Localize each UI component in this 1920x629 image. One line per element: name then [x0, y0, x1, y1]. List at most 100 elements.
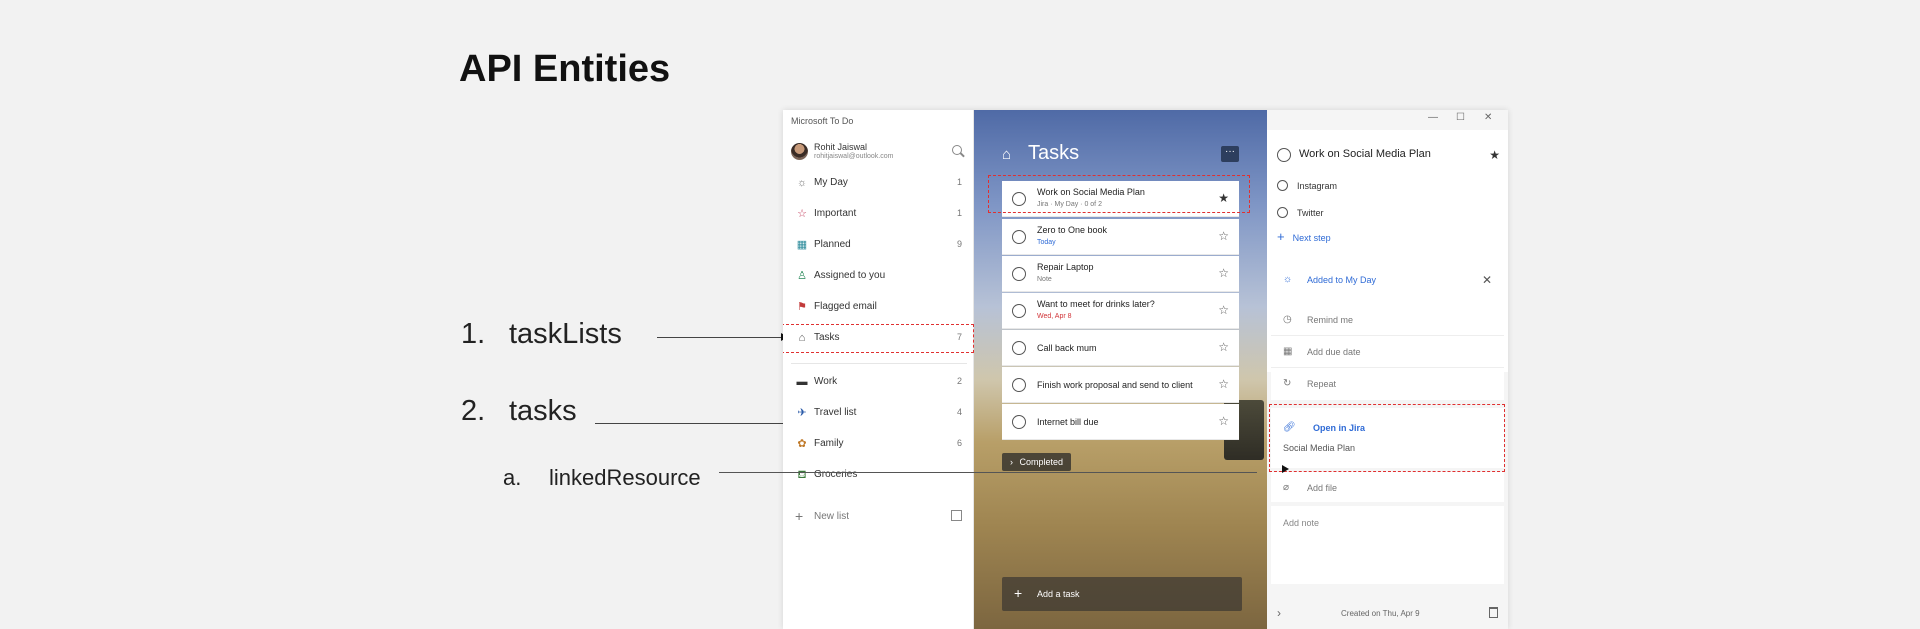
sidebar-list-groceries[interactable]: ⛾ Groceries: [783, 460, 974, 490]
sidebar-list-family[interactable]: ✿ Family 6: [783, 429, 974, 459]
sidebar-list-work[interactable]: ▬ Work 2: [783, 367, 974, 397]
complete-checkbox[interactable]: [1012, 378, 1026, 392]
linked-resource-card[interactable]: 🔗︎ Open in Jira Social Media Plan: [1271, 408, 1504, 468]
annotation-number: a.: [503, 465, 522, 490]
step-item[interactable]: Instagram: [1267, 172, 1500, 199]
trash-icon[interactable]: [1489, 607, 1498, 618]
sidebar-item-flagged-email[interactable]: ⚑ Flagged email: [783, 292, 974, 322]
task-item[interactable]: Finish work proposal and send to client …: [1002, 367, 1239, 403]
maximize-icon[interactable]: ☐: [1456, 112, 1465, 123]
sidebar-item-count: 7: [956, 332, 962, 342]
more-options-button[interactable]: ···: [1221, 146, 1239, 162]
task-title: Finish work proposal and send to client: [1037, 380, 1193, 390]
star-icon[interactable]: ☆: [1218, 341, 1229, 353]
annotation-text: tasks: [509, 395, 577, 427]
close-icon[interactable]: ✕: [1482, 273, 1492, 287]
task-item[interactable]: Want to meet for drinks later? Wed, Apr …: [1002, 293, 1239, 329]
sidebar-item-tasks[interactable]: ⌂ Tasks 7: [783, 323, 974, 353]
flag-icon: ⚑: [797, 301, 807, 313]
task-item[interactable]: Call back mum ☆: [1002, 330, 1239, 366]
task-item[interactable]: Work on Social Media Plan Jira · My Day …: [1002, 181, 1239, 217]
tasks-pane: ⌂ Tasks ··· Work on Social Media Plan Ji…: [974, 110, 1267, 629]
sidebar-item-assigned[interactable]: ♙ Assigned to you: [783, 261, 974, 291]
task-item[interactable]: Internet bill due ☆: [1002, 404, 1239, 440]
linked-resource-name: Social Media Plan: [1283, 443, 1356, 453]
next-step-button[interactable]: + Next step: [1277, 229, 1331, 244]
new-list-label: New list: [814, 511, 850, 522]
sidebar-item-label: My Day: [814, 177, 848, 188]
add-task-input[interactable]: + Add a task: [1002, 577, 1242, 611]
sidebar-item-planned[interactable]: ▦ Planned 9: [783, 230, 974, 260]
new-group-icon[interactable]: [951, 510, 962, 521]
repeat-icon: ↻: [1283, 378, 1292, 389]
add-file-button[interactable]: ⌀ Add file: [1271, 472, 1504, 502]
complete-checkbox[interactable]: [1012, 230, 1026, 244]
complete-checkbox[interactable]: [1012, 192, 1026, 206]
sidebar: Microsoft To Do Rohit Jaiswal rohitjaisw…: [783, 110, 974, 629]
app-name: Microsoft To Do: [791, 116, 854, 126]
home-icon: ⌂: [798, 332, 806, 344]
remind-me-button[interactable]: ◷ Remind me: [1271, 304, 1504, 336]
add-note-field[interactable]: Add note: [1283, 518, 1319, 528]
complete-checkbox[interactable]: [1012, 341, 1026, 355]
complete-checkbox[interactable]: [1012, 415, 1026, 429]
step-item[interactable]: Twitter: [1267, 199, 1500, 226]
task-item[interactable]: Zero to One book Today ☆: [1002, 219, 1239, 255]
add-task-label: Add a task: [1037, 589, 1080, 599]
completed-label: Completed: [1019, 457, 1064, 467]
star-icon[interactable]: ☆: [1218, 230, 1229, 242]
avatar: [791, 143, 808, 160]
complete-checkbox[interactable]: [1012, 267, 1026, 281]
star-icon[interactable]: ★: [1489, 148, 1500, 162]
next-step-label: Next step: [1292, 233, 1331, 243]
task-title: Work on Social Media Plan: [1037, 187, 1145, 197]
star-icon[interactable]: ☆: [1218, 415, 1229, 427]
search-icon[interactable]: [952, 145, 962, 155]
calendar-icon: ▦: [796, 239, 808, 251]
star-icon[interactable]: ☆: [1218, 378, 1229, 390]
sidebar-list-travel[interactable]: ✈ Travel list 4: [783, 398, 974, 428]
note-card[interactable]: Add note: [1271, 506, 1504, 584]
step-checkbox[interactable]: [1277, 207, 1288, 218]
detail-task-title[interactable]: Work on Social Media Plan: [1299, 148, 1431, 160]
sidebar-item-label: Important: [814, 208, 857, 219]
task-title: Want to meet for drinks later?: [1037, 299, 1155, 309]
step-checkbox[interactable]: [1277, 180, 1288, 191]
sidebar-item-label: Groceries: [814, 469, 858, 480]
completed-toggle[interactable]: › Completed: [1002, 453, 1072, 471]
sidebar-item-important[interactable]: ☆ Important 1: [783, 199, 974, 229]
task-meta: Today: [1037, 239, 1056, 246]
complete-checkbox[interactable]: [1012, 304, 1026, 318]
task-item[interactable]: Repair Laptop Note ☆: [1002, 256, 1239, 292]
open-in-jira-link[interactable]: Open in Jira: [1313, 423, 1365, 433]
task-meta: Jira · My Day · 0 of 2: [1037, 201, 1102, 208]
star-icon[interactable]: ☆: [1218, 267, 1229, 279]
star-icon[interactable]: ☆: [1218, 304, 1229, 316]
sidebar-item-label: Flagged email: [814, 301, 877, 312]
annotation-line-tasklists: [657, 337, 784, 338]
created-date: Created on Thu, Apr 9: [1341, 609, 1420, 618]
sidebar-item-my-day[interactable]: ☼ My Day 1: [783, 168, 974, 198]
plus-icon: +: [795, 508, 804, 524]
close-icon[interactable]: ✕: [1484, 112, 1492, 123]
added-to-my-day[interactable]: ☼ Added to My Day ✕: [1271, 264, 1504, 296]
sidebar-item-count: 9: [956, 239, 962, 249]
add-due-date-button[interactable]: ▦ Add due date: [1271, 336, 1504, 368]
slide-title: API Entities: [459, 48, 671, 90]
task-title: Internet bill due: [1037, 417, 1099, 427]
chevron-right-icon[interactable]: ›: [1277, 606, 1281, 620]
profile-name: Rohit Jaiswal: [814, 142, 868, 152]
task-meta: Wed, Apr 8: [1037, 313, 1072, 320]
detail-pane: — ☐ ✕ Work on Social Media Plan ★ Instag…: [1267, 110, 1508, 629]
my-day-label: Added to My Day: [1307, 275, 1377, 285]
complete-checkbox[interactable]: [1277, 148, 1291, 162]
sidebar-item-label: Tasks: [814, 332, 840, 343]
task-title: Call back mum: [1037, 343, 1097, 353]
profile-email: rohitjaiswal@outlook.com: [814, 153, 894, 160]
star-icon[interactable]: ★: [1218, 192, 1229, 204]
sidebar-item-label: Assigned to you: [814, 270, 886, 281]
repeat-button[interactable]: ↻ Repeat: [1271, 368, 1504, 400]
profile[interactable]: Rohit Jaiswal rohitjaiswal@outlook.com: [791, 141, 966, 163]
minimize-icon[interactable]: —: [1428, 112, 1438, 123]
new-list-button[interactable]: + New list: [783, 502, 974, 532]
